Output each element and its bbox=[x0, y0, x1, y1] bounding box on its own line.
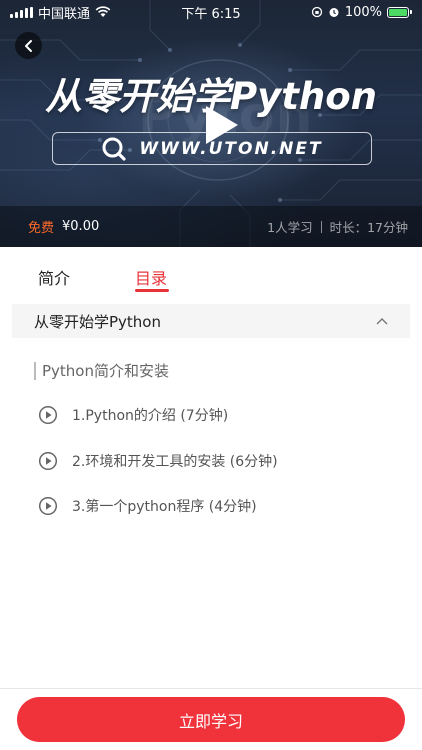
chapter-marker bbox=[34, 361, 36, 380]
rotation-lock-icon bbox=[311, 6, 322, 18]
tab-catalog[interactable]: 目录 bbox=[135, 265, 167, 289]
play-circle-icon bbox=[38, 405, 58, 425]
back-arrow-icon bbox=[24, 39, 32, 52]
alarm-icon bbox=[329, 8, 339, 17]
search-icon bbox=[102, 137, 126, 161]
chevron-up-icon[interactable] bbox=[376, 317, 388, 325]
lesson-item[interactable]: 1.Python的介绍 (7分钟) bbox=[38, 405, 228, 425]
carrier-name: 中国联通 bbox=[38, 6, 91, 22]
price: ¥0.00 bbox=[62, 219, 100, 234]
battery-percent: 100% bbox=[344, 4, 382, 20]
back-button[interactable] bbox=[15, 32, 42, 59]
footer-divider bbox=[0, 688, 422, 689]
wifi-icon bbox=[95, 6, 111, 17]
active-tab-indicator bbox=[135, 289, 169, 292]
course-cover: 中国联通 下午 6:15 100% Pyton 从零开始学Python WWW.… bbox=[0, 0, 422, 247]
tab-intro[interactable]: 简介 bbox=[38, 265, 70, 289]
lesson-item[interactable]: 3.第一个python程序 (4分钟) bbox=[38, 496, 257, 516]
start-learning-button[interactable]: 立即学习 bbox=[17, 697, 405, 742]
course-section-header[interactable]: 从零开始学Python bbox=[12, 304, 410, 338]
status-bar: 中国联通 下午 6:15 100% bbox=[0, 0, 422, 24]
play-circle-icon bbox=[38, 496, 58, 516]
free-tag: 免费 bbox=[28, 221, 55, 236]
play-icon[interactable] bbox=[194, 100, 244, 150]
lesson-label: 1.Python的介绍 (7分钟) bbox=[72, 408, 229, 424]
play-circle-icon bbox=[38, 451, 58, 471]
learner-count: 1人学习 bbox=[267, 220, 313, 235]
course-section-title: 从零开始学Python bbox=[34, 312, 161, 331]
chapter-heading: Python简介和安装 bbox=[34, 360, 169, 381]
tab-bar: 简介 目录 bbox=[0, 247, 422, 297]
course-duration: 时长：17分钟 bbox=[329, 220, 408, 235]
lesson-item[interactable]: 2.环境和开发工具的安装 (6分钟) bbox=[38, 451, 278, 471]
price-bar: 免费 ¥0.00 1人学习 时长：17分钟 bbox=[0, 206, 422, 247]
battery-icon bbox=[387, 6, 412, 18]
chapter-title: Python简介和安装 bbox=[42, 362, 169, 380]
divider bbox=[320, 220, 322, 233]
lesson-label: 3.第一个python程序 (4分钟) bbox=[72, 499, 257, 515]
clock: 下午 6:15 bbox=[181, 6, 241, 22]
signal-icon bbox=[10, 6, 33, 18]
lesson-label: 2.环境和开发工具的安装 (6分钟) bbox=[72, 454, 278, 470]
